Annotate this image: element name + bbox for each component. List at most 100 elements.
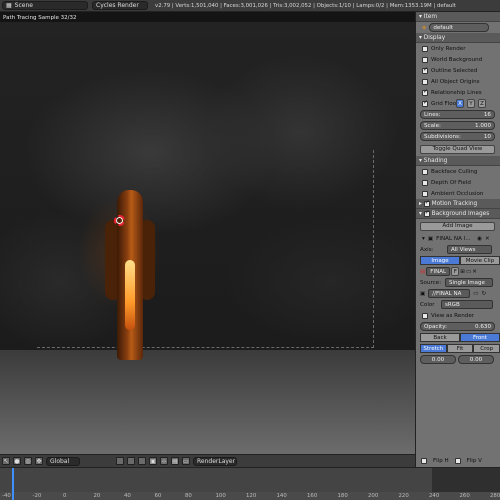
current-frame-marker[interactable] — [12, 468, 14, 500]
3d-cursor-icon[interactable] — [114, 215, 125, 226]
timeline-tick-label: 180 — [337, 493, 348, 499]
background-images-header[interactable]: ▾ Background Images — [416, 209, 500, 219]
item-name-row: ◈ default — [416, 22, 500, 33]
render-layer-dropdown[interactable]: RenderLayer — [193, 456, 237, 466]
view-select-icon[interactable]: ↖ — [2, 457, 10, 465]
fake-user-toggle[interactable]: F — [451, 267, 460, 276]
object-icon: ◈ — [422, 24, 427, 31]
option-checkbox[interactable] — [422, 56, 428, 63]
view-as-render-checkbox[interactable] — [422, 312, 428, 319]
unlink-icon[interactable]: ✕ — [472, 269, 477, 275]
lock-icon[interactable]: ▣ — [149, 457, 157, 465]
tab-image[interactable]: Image — [420, 256, 460, 265]
option-row: Backface Culling — [416, 166, 500, 177]
flip-h-label: Flip H — [433, 457, 449, 464]
scene-icon: ▦ — [6, 2, 12, 9]
flip-h-checkbox[interactable] — [421, 457, 427, 464]
view-as-render-row: View as Render — [416, 310, 500, 321]
bg-image-item[interactable]: ▾ ▣ FINAL NA I... ◉ ✕ — [416, 233, 500, 244]
camera-icon[interactable]: ▭ — [182, 457, 190, 465]
option-checkbox[interactable] — [422, 88, 428, 96]
item-name-field[interactable]: default — [429, 23, 490, 32]
option-checkbox[interactable] — [422, 168, 428, 175]
open-image-icon[interactable]: ▭ — [466, 269, 471, 275]
pivot-icon[interactable]: ◎ — [24, 457, 32, 465]
display-section-header[interactable]: ▾ Display — [416, 33, 500, 43]
display-title: Display — [423, 34, 446, 41]
color-space-dropdown[interactable]: sRGB — [441, 300, 493, 309]
statue-model[interactable] — [105, 190, 155, 360]
motion-tracking-header[interactable]: ▸ Motion Tracking — [416, 199, 500, 209]
offset-x-field[interactable]: 0.00 — [420, 355, 456, 364]
layer-icon[interactable] — [138, 457, 146, 465]
axis-dropdown[interactable]: All Views — [447, 245, 492, 254]
offset-y-field[interactable]: 0.00 — [458, 355, 494, 364]
close-icon[interactable]: ✕ — [485, 236, 490, 242]
axis-z-toggle[interactable]: Z — [478, 99, 486, 108]
layer-icon[interactable] — [116, 457, 124, 465]
eye-icon[interactable]: ◉ — [477, 236, 482, 242]
reload-icon[interactable]: ↻ — [482, 291, 487, 297]
viewport-shading-icon[interactable]: ● — [13, 457, 21, 465]
image-file-field[interactable]: FINAL — [426, 267, 451, 276]
option-checkbox[interactable] — [422, 66, 428, 74]
stretch-toggle[interactable]: Stretch — [420, 344, 447, 353]
timeline-tick-label: 200 — [368, 493, 379, 499]
axis-x-toggle[interactable]: X — [456, 99, 464, 108]
front-toggle[interactable]: Front — [460, 333, 500, 342]
shading-section-header[interactable]: ▾ Shading — [416, 156, 500, 166]
option-label: Ambient Occlusion — [431, 190, 484, 197]
option-checkbox[interactable] — [422, 45, 428, 52]
grid-floor-checkbox[interactable] — [422, 99, 428, 107]
render-engine-dropdown[interactable]: Cycles Render — [92, 1, 148, 10]
source-dropdown[interactable]: Single Image — [445, 278, 493, 287]
timeline[interactable]: -40 -20 0 20 40 60 80 100 120 140 160 180 200 220 240 2… — [0, 467, 500, 500]
new-image-icon[interactable]: ⊞ — [460, 269, 465, 275]
blender-window: ▦ Scene Cycles Render v2.79 | Verts:1,501… — [0, 0, 500, 500]
display-options: Only Render World Background Outline Selec… — [416, 43, 500, 98]
camera-frame — [37, 150, 374, 348]
layer-icon[interactable] — [127, 457, 135, 465]
shading-title: Shading — [423, 157, 448, 164]
transform-orientation-dropdown[interactable]: Global — [46, 456, 80, 466]
back-toggle[interactable]: Back — [420, 333, 460, 342]
add-image-button[interactable]: Add Image — [420, 221, 495, 231]
bg-image-name: FINAL NA I... — [436, 235, 471, 242]
properties-panel: ▾ Item ◈ default ▾ Display Only Render Wor… — [415, 12, 500, 454]
option-checkbox[interactable] — [422, 179, 428, 186]
subdiv-label: Subdivisions: — [424, 133, 461, 140]
motion-tracking-label: Motion Tracking — [431, 200, 478, 207]
grid-subdivisions-field[interactable]: Subdivisions: 10 — [420, 132, 495, 141]
option-checkbox[interactable] — [422, 190, 428, 197]
scene-selector[interactable]: ▦ Scene — [2, 1, 88, 10]
option-label: Depth Of Field — [431, 179, 471, 186]
timeline-tick-label: 120 — [246, 493, 257, 499]
option-row: Ambient Occlusion — [416, 188, 500, 199]
option-row: World Background — [416, 54, 500, 65]
image-browse-icon[interactable]: ▤ — [420, 269, 425, 275]
tab-movie-clip[interactable]: Movie Clip — [460, 256, 500, 265]
folder-icon[interactable]: ▭ — [473, 291, 478, 297]
fit-toggle[interactable]: Fit — [446, 344, 474, 353]
image-icon: ▣ — [420, 290, 426, 297]
snap-icon[interactable]: ⊹ — [160, 457, 168, 465]
manipulator-icon[interactable]: ✥ — [35, 457, 43, 465]
motion-tracking-checkbox[interactable] — [423, 199, 430, 207]
render-preview-icon[interactable]: ▤ — [171, 457, 179, 465]
axis-y-toggle[interactable]: Y — [467, 99, 475, 108]
timeline-ruler[interactable]: -40 -20 0 20 40 60 80 100 120 140 160 180 200 220 240 2… — [0, 492, 500, 500]
option-row: Outline Selected — [416, 65, 500, 76]
flip-v-checkbox[interactable] — [454, 457, 461, 464]
grid-lines-field[interactable]: Lines: 16 — [420, 110, 495, 119]
3d-viewport[interactable]: Path Tracing Sample 32/32 — [0, 12, 415, 454]
option-row: Only Render — [416, 43, 500, 54]
option-checkbox[interactable] — [422, 78, 428, 85]
opacity-field[interactable]: Opacity: 0.630 — [420, 322, 495, 331]
item-section-header[interactable]: ▾ Item — [416, 12, 500, 22]
filepath-field[interactable]: //FINAL NA — [428, 289, 471, 298]
crop-toggle[interactable]: Crop — [473, 344, 500, 353]
grid-scale-field[interactable]: Scale: 1.000 — [420, 121, 495, 130]
background-images-checkbox[interactable] — [423, 209, 430, 217]
toggle-quad-view-button[interactable]: Toggle Quad View — [420, 144, 495, 154]
render-engine-label: Cycles Render — [96, 2, 139, 9]
